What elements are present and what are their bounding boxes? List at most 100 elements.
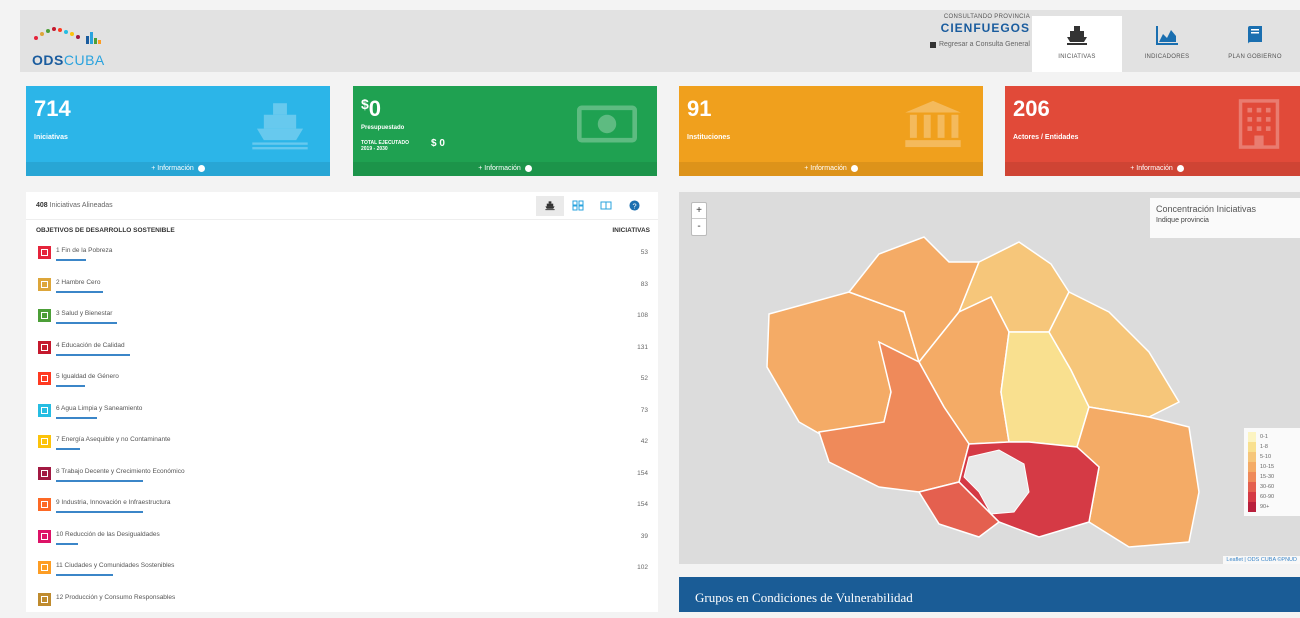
return-general-link[interactable]: Regresar a Consulta General bbox=[904, 41, 1030, 48]
tab-iniciativas[interactable]: INICIATIVAS bbox=[1032, 16, 1122, 72]
view-ship-button[interactable] bbox=[536, 196, 564, 216]
card-actores: 206 Actores / Entidades + Información bbox=[1005, 86, 1300, 176]
legend-label: 90+ bbox=[1260, 504, 1269, 510]
ods-count: 39 bbox=[641, 533, 648, 540]
help-icon: ? bbox=[629, 200, 640, 211]
legend-label: 5-10 bbox=[1260, 454, 1271, 460]
ods-cuba-logo[interactable]: ODSCUBA bbox=[30, 18, 140, 68]
map-legend: 0-11-85-1010-1515-3030-6060-9090+ bbox=[1244, 428, 1300, 516]
card-sub-value: $ 0 bbox=[431, 138, 445, 149]
legend-swatch bbox=[1248, 502, 1256, 512]
ods-row[interactable]: 12 Producción y Consumo Responsables bbox=[26, 587, 658, 618]
ods-goal-icon bbox=[38, 498, 51, 511]
aligned-count: 408 Iniciativas Alineadas bbox=[36, 202, 536, 209]
ods-row[interactable]: 10 Reducción de las Desigualdades 39 bbox=[26, 524, 658, 556]
ods-name: 3 Salud y Bienestar bbox=[56, 310, 112, 317]
legend-item: 30-60 bbox=[1248, 482, 1296, 492]
ods-bar bbox=[56, 322, 117, 324]
ods-goal-icon bbox=[38, 561, 51, 574]
card-value: 714 bbox=[34, 96, 71, 122]
ods-row[interactable]: 6 Agua Limpia y Saneamiento73 bbox=[26, 398, 658, 430]
card-label: Instituciones bbox=[687, 134, 730, 141]
card-instituciones: 91 Instituciones + Información bbox=[679, 86, 983, 176]
ods-count: 154 bbox=[637, 470, 648, 477]
more-info-link[interactable]: + Información bbox=[26, 162, 330, 176]
ods-bar bbox=[56, 417, 97, 419]
ods-bar bbox=[56, 385, 85, 387]
attribution-link[interactable]: PNUD bbox=[1281, 557, 1297, 563]
card-iniciativas: 714 Iniciativas + Información bbox=[26, 86, 330, 176]
zoom-out-button[interactable]: - bbox=[692, 219, 706, 235]
col-objectives: OBJETIVOS DE DESARROLLO SOSTENIBLE bbox=[36, 227, 175, 234]
legend-swatch bbox=[1248, 452, 1256, 462]
tab-plan-gobierno[interactable]: PLAN GOBIERNO bbox=[1210, 16, 1300, 72]
legend-swatch bbox=[1248, 492, 1256, 502]
card-value: 206 bbox=[1013, 96, 1050, 122]
ship-icon bbox=[1064, 24, 1090, 46]
legend-swatch bbox=[1248, 462, 1256, 472]
ods-row[interactable]: 9 Industria, Innovación e Infraestructur… bbox=[26, 492, 658, 524]
ods-count: 53 bbox=[641, 249, 648, 256]
ship-icon bbox=[544, 200, 556, 211]
legend-item: 10-15 bbox=[1248, 462, 1296, 472]
map-info-box: Concentración Iniciativas Indique provin… bbox=[1150, 198, 1300, 238]
help-button[interactable]: ? bbox=[620, 196, 648, 216]
ods-row[interactable]: 8 Trabajo Decente y Crecimiento Económic… bbox=[26, 461, 658, 493]
ods-row[interactable]: 7 Energía Asequible y no Contaminante42 bbox=[26, 429, 658, 461]
card-label: Actores / Entidades bbox=[1013, 134, 1078, 141]
table-icon bbox=[600, 200, 612, 211]
ods-count: 52 bbox=[641, 375, 648, 382]
ods-goal-icon bbox=[38, 341, 51, 354]
vulnerability-section-title: Grupos en Condiciones de Vulnerabilidad bbox=[679, 577, 1300, 612]
legend-label: 10-15 bbox=[1260, 464, 1274, 470]
ods-row[interactable]: 4 Educación de Calidad131 bbox=[26, 335, 658, 367]
ods-count: 83 bbox=[641, 281, 648, 288]
ods-goal-icon bbox=[38, 435, 51, 448]
ods-goal-icon bbox=[38, 278, 51, 291]
ods-name: 7 Energía Asequible y no Contaminante bbox=[56, 436, 171, 443]
more-info-link[interactable]: + Información bbox=[1005, 162, 1300, 176]
ods-count: 131 bbox=[637, 344, 648, 351]
legend-item: 0-1 bbox=[1248, 432, 1296, 442]
province-selector: CONSULTANDO PROVINCIA CIENFUEGOS Regresa… bbox=[904, 14, 1030, 48]
book-icon bbox=[1242, 24, 1268, 46]
ods-count: 102 bbox=[637, 564, 648, 571]
legend-swatch bbox=[1248, 442, 1256, 452]
ods-name: 5 Igualdad de Género bbox=[56, 373, 119, 380]
more-info-link[interactable]: + Información bbox=[679, 162, 983, 176]
card-presupuestado: $0 Presupuestado TOTAL EJECUTADO2019 - 2… bbox=[353, 86, 657, 176]
legend-item: 60-90 bbox=[1248, 492, 1296, 502]
card-label: Iniciativas bbox=[34, 134, 68, 141]
ods-goal-icon bbox=[38, 309, 51, 322]
legend-label: 60-90 bbox=[1260, 494, 1274, 500]
more-info-link[interactable]: + Información bbox=[353, 162, 657, 176]
grid-icon bbox=[572, 200, 584, 211]
ods-name: 10 Reducción de las Desigualdades bbox=[56, 531, 160, 538]
zoom-in-button[interactable]: + bbox=[692, 203, 706, 219]
ods-row[interactable]: 11 Ciudades y Comunidades Sostenibles 102 bbox=[26, 555, 658, 587]
plus-circle-icon bbox=[198, 165, 205, 172]
ods-count: 154 bbox=[637, 501, 648, 508]
plus-circle-icon bbox=[525, 165, 532, 172]
ods-row[interactable]: 5 Igualdad de Género 52 bbox=[26, 366, 658, 398]
legend-item: 90+ bbox=[1248, 502, 1296, 512]
ods-bar bbox=[56, 511, 143, 513]
ods-row[interactable]: 3 Salud y Bienestar108 bbox=[26, 303, 658, 335]
institution-icon bbox=[903, 94, 963, 154]
square-icon bbox=[930, 42, 936, 48]
ods-name: 1 Fin de la Pobreza bbox=[56, 247, 112, 254]
view-grid-button[interactable] bbox=[564, 196, 592, 216]
legend-label: 30-60 bbox=[1260, 484, 1274, 490]
map-attribution: Leaflet | ODS CUBA ©PNUD bbox=[1223, 556, 1300, 564]
ods-row[interactable]: 1 Fin de la Pobreza 53 bbox=[26, 240, 658, 272]
province-map[interactable] bbox=[679, 192, 1300, 564]
view-table-button[interactable] bbox=[592, 196, 620, 216]
ship-icon bbox=[250, 94, 310, 154]
ods-table-header: OBJETIVOS DE DESARROLLO SOSTENIBLE INICI… bbox=[26, 220, 658, 240]
ods-name: 2 Hambre Cero bbox=[56, 279, 100, 286]
tab-indicadores[interactable]: INDICADORES bbox=[1122, 16, 1212, 72]
ods-row[interactable]: 2 Hambre Cero 83 bbox=[26, 272, 658, 304]
map-info-subtitle: Indique provincia bbox=[1156, 217, 1300, 224]
map-panel[interactable]: + - Concentración Iniciativas Indique pr… bbox=[679, 192, 1300, 564]
ods-name: 11 Ciudades y Comunidades Sostenibles bbox=[56, 562, 174, 569]
